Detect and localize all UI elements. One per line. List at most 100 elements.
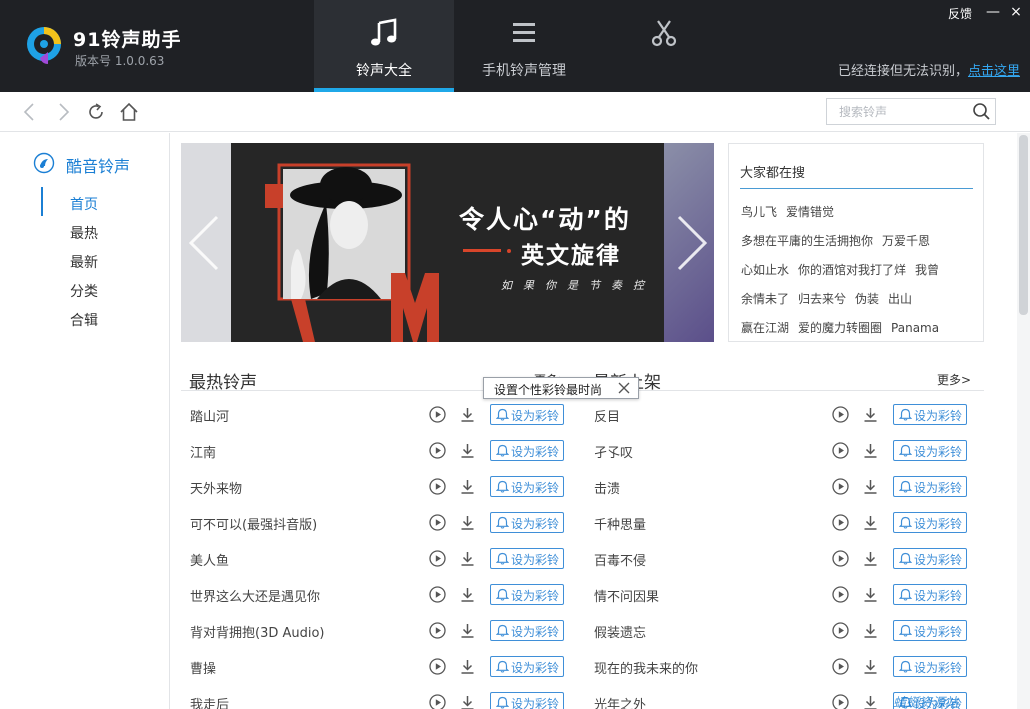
download-icon[interactable] — [862, 586, 879, 603]
set-as-caller-ringtone-button[interactable]: 设为彩铃 — [893, 584, 967, 605]
download-icon[interactable] — [862, 442, 879, 459]
song-title[interactable]: 背对背拥抱(3D Audio) — [190, 622, 325, 641]
close-icon[interactable] — [618, 382, 630, 394]
promo-banner[interactable]: 令人心“动”的 英文旋律 如果你是节奏控 — [181, 143, 714, 342]
search-keyword[interactable]: 多想在平庸的生活拥抱你 — [741, 234, 873, 248]
feedback-link[interactable]: 反馈 — [948, 5, 972, 22]
song-title[interactable]: 反目 — [594, 406, 620, 425]
song-title[interactable]: 我走后 — [190, 694, 229, 709]
search-keyword[interactable]: 赢在江湖 — [741, 321, 789, 335]
download-icon[interactable] — [459, 586, 476, 603]
download-icon[interactable] — [862, 550, 879, 567]
song-title[interactable]: 曹操 — [190, 658, 216, 677]
home-icon[interactable] — [119, 102, 139, 122]
sidebar-item-newest[interactable]: 最新 — [70, 252, 98, 272]
song-title[interactable]: 千种思量 — [594, 514, 646, 533]
search-icon[interactable] — [972, 102, 991, 121]
back-arrow-icon[interactable] — [20, 102, 40, 122]
play-icon[interactable] — [832, 622, 849, 639]
search-keyword[interactable]: 鸟儿飞 — [741, 205, 777, 219]
play-icon[interactable] — [832, 586, 849, 603]
play-icon[interactable] — [832, 550, 849, 567]
set-as-caller-ringtone-button[interactable]: 设为彩铃 — [490, 656, 564, 677]
play-icon[interactable] — [429, 478, 446, 495]
song-title[interactable]: 光年之外 — [594, 694, 646, 709]
tab-phone-ringtone-manager[interactable]: 手机铃声管理 — [454, 0, 594, 92]
song-title[interactable]: 情不问因果 — [594, 586, 659, 605]
download-icon[interactable] — [459, 478, 476, 495]
play-icon[interactable] — [429, 586, 446, 603]
tab-ringtone-library[interactable]: 铃声大全 — [314, 0, 454, 92]
download-icon[interactable] — [459, 658, 476, 675]
set-as-caller-ringtone-button[interactable]: 设为彩铃 — [893, 620, 967, 641]
download-icon[interactable] — [459, 550, 476, 567]
set-as-caller-ringtone-button[interactable]: 设为彩铃 — [893, 440, 967, 461]
page-scrollbar[interactable] — [1017, 133, 1030, 709]
play-icon[interactable] — [429, 658, 446, 675]
play-icon[interactable] — [832, 478, 849, 495]
set-as-caller-ringtone-button[interactable]: 设为彩铃 — [490, 512, 564, 533]
download-icon[interactable] — [459, 514, 476, 531]
play-icon[interactable] — [832, 658, 849, 675]
tab-ringtone-cutter[interactable] — [594, 0, 734, 92]
download-icon[interactable] — [862, 694, 879, 709]
set-as-caller-ringtone-button[interactable]: 设为彩铃 — [490, 404, 564, 425]
connection-help-link[interactable]: 点击这里 — [968, 64, 1020, 79]
download-icon[interactable] — [862, 622, 879, 639]
set-as-caller-ringtone-button[interactable]: 设为彩铃 — [490, 620, 564, 641]
play-icon[interactable] — [429, 442, 446, 459]
search-keyword[interactable]: 我曾 — [915, 263, 939, 277]
set-as-caller-ringtone-button[interactable]: 设为彩铃 — [893, 512, 967, 533]
sidebar-item-home[interactable]: 首页 — [70, 194, 98, 214]
song-title[interactable]: 世界这么大还是遇见你 — [190, 586, 320, 605]
search-keyword[interactable]: 心如止水 — [741, 263, 789, 277]
minimize-button[interactable]: — — [983, 2, 1003, 22]
set-as-caller-ringtone-button[interactable]: 设为彩铃 — [490, 476, 564, 497]
set-as-caller-ringtone-button[interactable]: 设为彩铃 — [490, 440, 564, 461]
set-as-caller-ringtone-button[interactable]: 设为彩铃 — [893, 404, 967, 425]
search-keyword[interactable]: 归去来兮 — [798, 292, 846, 306]
download-icon[interactable] — [862, 658, 879, 675]
banner-next-arrow-icon[interactable] — [671, 213, 711, 273]
song-title[interactable]: 踏山河 — [190, 406, 229, 425]
song-title[interactable]: 可不可以(最强抖音版) — [190, 514, 317, 533]
song-title[interactable]: 孑孓叹 — [594, 442, 633, 461]
search-keyword[interactable]: 万爱千恩 — [882, 234, 930, 248]
song-title[interactable]: 美人鱼 — [190, 550, 229, 569]
download-icon[interactable] — [862, 478, 879, 495]
download-icon[interactable] — [862, 406, 879, 423]
scrollbar-thumb[interactable] — [1019, 135, 1028, 315]
play-icon[interactable] — [832, 406, 849, 423]
new-ringtones-more-link[interactable]: 更多> — [937, 371, 971, 388]
refresh-icon[interactable] — [86, 102, 106, 122]
song-title[interactable]: 击溃 — [594, 478, 620, 497]
close-button[interactable]: × — [1006, 2, 1026, 22]
song-title[interactable]: 天外来物 — [190, 478, 242, 497]
play-icon[interactable] — [429, 694, 446, 709]
set-as-caller-ringtone-button[interactable]: 设为彩铃 — [893, 476, 967, 497]
song-title[interactable]: 江南 — [190, 442, 216, 461]
banner-prev-arrow-icon[interactable] — [185, 213, 225, 273]
play-icon[interactable] — [429, 406, 446, 423]
download-icon[interactable] — [459, 694, 476, 709]
search-keyword[interactable]: 余情未了 — [741, 292, 789, 306]
search-input[interactable] — [827, 99, 967, 124]
search-keyword[interactable]: 出山 — [888, 292, 912, 306]
download-icon[interactable] — [459, 622, 476, 639]
sidebar-item-hottest[interactable]: 最热 — [70, 223, 98, 243]
set-as-caller-ringtone-button[interactable]: 设为彩铃 — [490, 584, 564, 605]
play-icon[interactable] — [429, 514, 446, 531]
song-title[interactable]: 假装遗忘 — [594, 622, 646, 641]
play-icon[interactable] — [429, 550, 446, 567]
play-icon[interactable] — [832, 514, 849, 531]
search-keyword[interactable]: 你的酒馆对我打了烊 — [798, 263, 906, 277]
sidebar-item-collections[interactable]: 合辑 — [70, 310, 98, 330]
search-keyword[interactable]: 伪装 — [855, 292, 879, 306]
download-icon[interactable] — [862, 514, 879, 531]
set-as-caller-ringtone-button[interactable]: 设为彩铃 — [490, 548, 564, 569]
set-as-caller-ringtone-button[interactable]: 设为彩铃 — [893, 656, 967, 677]
set-as-caller-ringtone-button[interactable]: 设为彩铃 — [490, 692, 564, 709]
search-keyword[interactable]: 爱情错觉 — [786, 205, 834, 219]
song-title[interactable]: 现在的我未来的你 — [594, 658, 698, 677]
play-icon[interactable] — [832, 442, 849, 459]
